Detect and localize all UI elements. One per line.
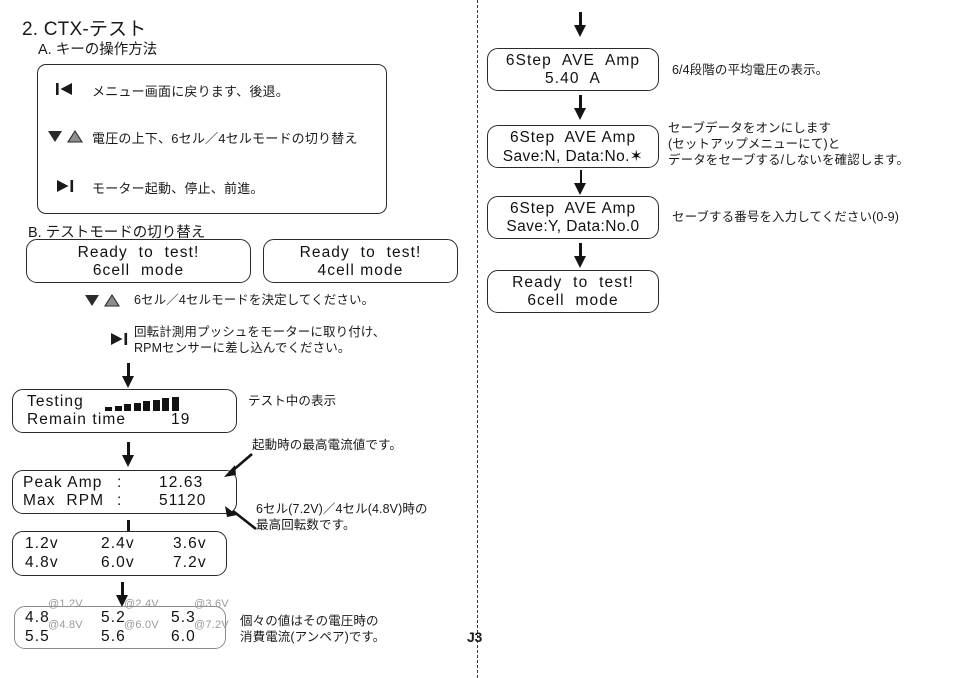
- key-legend-row-back: メニュー画面に戻ります、後退。: [38, 81, 386, 100]
- amp-values-note: 個々の値はその電圧時の 消費電流(アンペア)です。: [240, 614, 386, 644]
- lcd-ready-6cell-line2: 6cell mode: [92, 262, 185, 279]
- flow-arrow-r3: [573, 243, 589, 269]
- amp-at-r2c1: @4.8V: [48, 619, 83, 631]
- flow-arrow-2: [121, 442, 137, 468]
- voltage-r2c2: 6.0v: [101, 554, 135, 571]
- amp-at-r2c2: @6.0V: [124, 619, 159, 631]
- ave-amp-note: 6/4段階の平均電圧の表示。: [672, 63, 829, 77]
- key-legend-text-back: メニュー画面に戻ります、後退。: [92, 84, 289, 99]
- skip-back-icon: [38, 82, 92, 99]
- lcd-testing-label: Testing: [27, 393, 84, 410]
- lcd-save-y-line1: 6Step AVE Amp: [509, 200, 637, 217]
- amp-r2c3: 6.0: [171, 628, 196, 645]
- flow-arrow-r1: [573, 95, 589, 121]
- amp-at-r2c3: @7.2V: [194, 619, 229, 631]
- voltage-r1c3: 3.6v: [173, 535, 207, 552]
- amp-at-r1c1: @1.2V: [48, 598, 83, 610]
- voltage-r2c1: 4.8v: [25, 554, 59, 571]
- lcd-peak-amp-sep: :: [117, 474, 123, 491]
- lcd-peak-amp-value: 12.63: [159, 474, 204, 491]
- peak-amp-note: 起動時の最高電流値です。: [252, 438, 402, 452]
- lcd-ave-amp-line1: 6Step AVE Amp: [505, 52, 641, 69]
- lcd-ready-final-line2: 6cell mode: [527, 292, 619, 309]
- voltage-r1c1: 1.2v: [25, 535, 59, 552]
- up-down-arrows-icon: [38, 129, 92, 147]
- flow-arrow-r0: [573, 12, 589, 38]
- lcd-ready-6cell-line1: Ready to test!: [77, 244, 200, 261]
- pointer-arrow-rpm: [222, 505, 260, 536]
- key-legend-text-play: モーター起動、停止、前進。: [92, 181, 264, 196]
- lcd-save-n-line2: Save:N, Data:No.✶: [502, 148, 644, 165]
- progress-block: [124, 404, 131, 411]
- key-legend-row-updown: 電圧の上下、6セル／4セルモードの切り替え: [38, 128, 386, 147]
- save-y-note: セーブする番号を入力してください(0-9): [672, 210, 899, 224]
- section-a-heading: A. キーの操作方法: [38, 42, 158, 58]
- step-play-text: 回転計測用プッシュをモーターに取り付け、 RPMセンサーに差し込んでください。: [134, 325, 386, 355]
- amp-r1c2: 5.2: [101, 609, 126, 626]
- manual-page: 2. CTX-テスト A. キーの操作方法 メニュー画面に戻ります、後退。 電圧…: [0, 0, 954, 678]
- lcd-ready-final: Ready to test! 6cell mode: [487, 270, 659, 313]
- lcd-max-rpm-sep: :: [117, 492, 123, 509]
- lcd-ready-4cell-line2: 4cell mode: [317, 262, 404, 279]
- key-legend-panel: メニュー画面に戻ります、後退。 電圧の上下、6セル／4セルモードの切り替え モー…: [37, 64, 387, 214]
- progress-bar: [105, 397, 179, 411]
- amp-at-r1c2: @2.4V: [124, 598, 159, 610]
- voltage-r1c2: 2.4v: [101, 535, 135, 552]
- lcd-peak-amp-label: Peak Amp: [23, 474, 103, 491]
- save-n-note: セーブデータをオンにします (セットアップメニューにて)と データをセーブする/…: [668, 121, 909, 167]
- key-legend-row-play: モーター起動、停止、前進。: [38, 178, 386, 197]
- play-to-end-icon-step: [108, 332, 130, 349]
- lcd-max-rpm-label: Max RPM: [23, 492, 105, 509]
- lcd-voltage-steps: 1.2v 2.4v 3.6v 4.8v 6.0v 7.2v: [12, 531, 227, 576]
- lcd-save-n: 6Step AVE Amp Save:N, Data:No.✶: [487, 125, 659, 168]
- page-title: 2. CTX-テスト: [22, 19, 147, 40]
- lcd-save-n-line1: 6Step AVE Amp: [509, 129, 637, 146]
- progress-block: [133, 403, 141, 411]
- lcd-ready-6cell: Ready to test! 6cell mode: [26, 239, 251, 283]
- progress-block: [152, 400, 160, 411]
- lcd-save-y: 6Step AVE Amp Save:Y, Data:No.0: [487, 196, 659, 239]
- amp-at-r1c3: @3.6V: [194, 598, 229, 610]
- up-down-arrows-icon-step: [82, 293, 122, 311]
- progress-block: [171, 397, 179, 411]
- play-to-end-icon: [38, 179, 92, 196]
- lcd-testing: Testing Remain time 19: [12, 389, 237, 433]
- lcd-peak-results: Peak Amp : 12.63 Max RPM : 51120: [12, 470, 237, 514]
- max-rpm-note: 6セル(7.2V)／4セル(4.8V)時の 最高回転数です。: [256, 502, 428, 532]
- key-legend-text-updown: 電圧の上下、6セル／4セルモードの切り替え: [92, 131, 358, 146]
- progress-block: [143, 401, 150, 411]
- amp-r2c2: 5.6: [101, 628, 126, 645]
- amp-r1c3: 5.3: [171, 609, 196, 626]
- page-number-mark: J3: [467, 629, 482, 645]
- lcd-max-rpm-value: 51120: [159, 492, 207, 509]
- lcd-ready-4cell-line1: Ready to test!: [299, 244, 422, 261]
- column-divider: [477, 0, 478, 678]
- progress-block: [162, 398, 169, 411]
- pointer-arrow-peak: [222, 452, 256, 483]
- flow-arrow-r2: [573, 170, 589, 196]
- lcd-ave-amp: 6Step AVE Amp 5.40 A: [487, 48, 659, 91]
- lcd-testing-remain-label: Remain time: [27, 411, 127, 428]
- flow-arrow-1: [121, 363, 137, 389]
- lcd-ready-4cell: Ready to test! 4cell mode: [263, 239, 458, 283]
- lcd-ave-amp-line2: 5.40 A: [545, 70, 601, 87]
- lcd-save-y-line2: Save:Y, Data:No.0: [506, 218, 640, 235]
- voltage-r2c3: 7.2v: [173, 554, 207, 571]
- lcd-ready-final-line1: Ready to test!: [512, 274, 634, 291]
- step-updown-text: 6セル／4セルモードを決定してください。: [134, 293, 375, 307]
- amp-r1c1: 4.8: [25, 609, 50, 626]
- testing-note: テスト中の表示: [248, 394, 337, 408]
- amp-r2c1: 5.5: [25, 628, 50, 645]
- lcd-testing-remain-value: 19: [171, 411, 191, 428]
